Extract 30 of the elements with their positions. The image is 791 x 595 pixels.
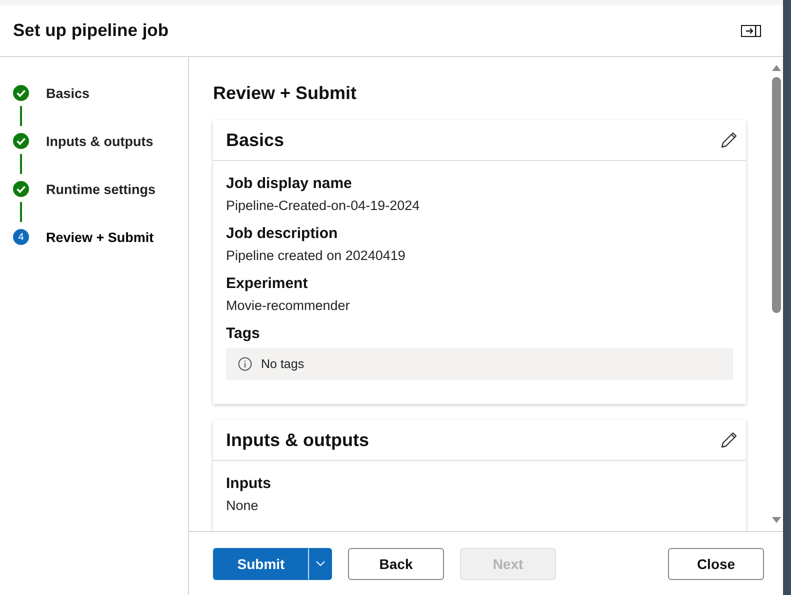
field-value: Pipeline created on 20240419 [226,248,406,263]
page-heading: Review + Submit [213,83,358,104]
scroll-up-icon[interactable] [772,65,780,71]
field-label: Inputs [226,475,272,492]
collapse-panel-icon[interactable] [741,24,761,36]
chevron-down-icon [316,561,325,566]
action-button[interactable]: Back [348,548,444,580]
card-title: Basics [226,130,284,150]
submit-button[interactable]: Submit [213,548,309,580]
dialog-title: Set up pipeline job [13,20,169,41]
field-value: Pipeline-Created-on-04-19-2024 [226,198,421,213]
close-button[interactable]: Close [668,548,764,580]
dropdown-button[interactable] [309,548,332,580]
step-label[interactable]: Review + Submit [46,230,154,244]
card-title: Inputs & outputs [226,430,369,450]
scroll-down-icon[interactable] [772,517,780,523]
field-label: Tags [226,325,261,342]
notice-text: No tags [261,357,304,371]
edit-icon[interactable] [720,131,738,149]
field-value: Movie-recommender [226,298,351,313]
info-icon [238,357,252,371]
edit-icon[interactable] [720,431,738,449]
field-label: Experiment [226,275,309,292]
field-value: None [226,498,260,513]
step-number: 4 [13,229,29,245]
step-label[interactable]: Runtime settings [46,182,156,196]
field-label: Job display name [226,175,353,192]
step-label[interactable]: Basics [46,86,90,100]
field-label: Job description [226,225,339,242]
step-label[interactable]: Inputs & outputs [46,134,154,148]
